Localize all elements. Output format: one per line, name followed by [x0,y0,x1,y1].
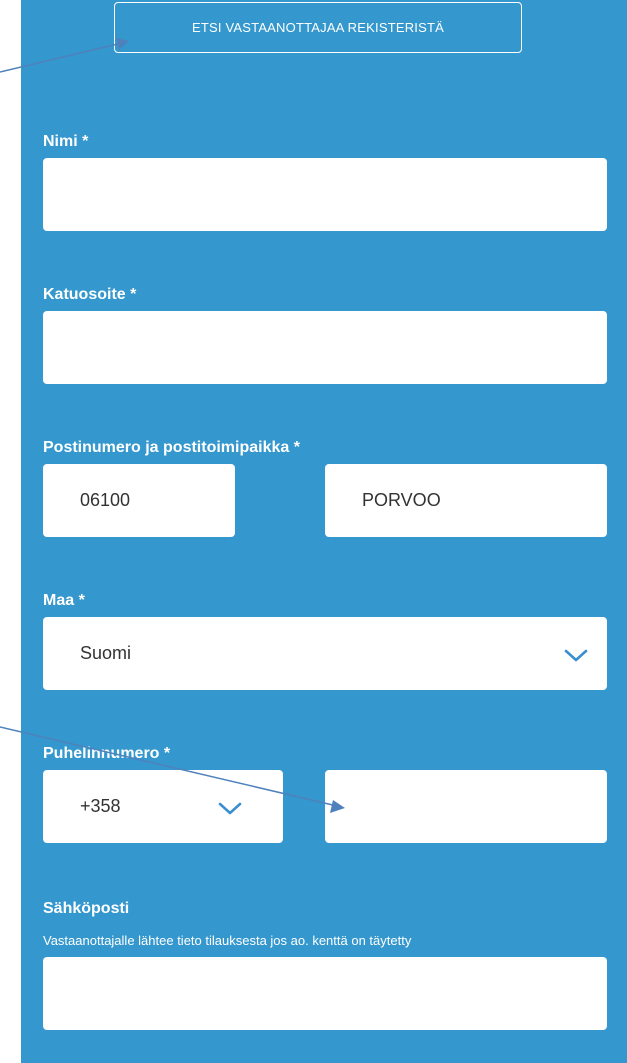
chevron-down-icon [564,649,588,661]
street-address-label: Katuosoite * [43,286,137,303]
name-label: Nimi * [43,133,89,150]
email-hint-text: Vastaanottajalle lähtee tieto tilauksest… [43,933,412,948]
email-input[interactable] [43,957,607,1030]
country-label: Maa * [43,592,85,609]
postal-code-input[interactable] [43,464,235,537]
postal-code-and-city-label: Postinumero ja postitoimipaikka * [43,439,300,456]
street-address-input[interactable] [43,311,607,384]
recipient-form-screen: ETSI VASTAANOTTAJAA REKISTERISTÄ Nimi * … [0,0,627,1063]
country-select[interactable]: Suomi [43,617,607,690]
city-input[interactable] [325,464,607,537]
phone-prefix-selected-value: +358 [80,796,121,816]
phone-prefix-select[interactable]: +358 [43,770,283,843]
name-input[interactable] [43,158,607,231]
country-selected-value: Suomi [80,643,132,663]
chevron-down-icon [218,802,242,814]
email-label: Sähköposti [43,900,130,917]
phone-number-input[interactable] [325,770,607,843]
phone-label: Puhelinnumero * [43,745,171,762]
search-recipient-register-button[interactable]: ETSI VASTAANOTTAJAA REKISTERISTÄ [114,2,522,53]
